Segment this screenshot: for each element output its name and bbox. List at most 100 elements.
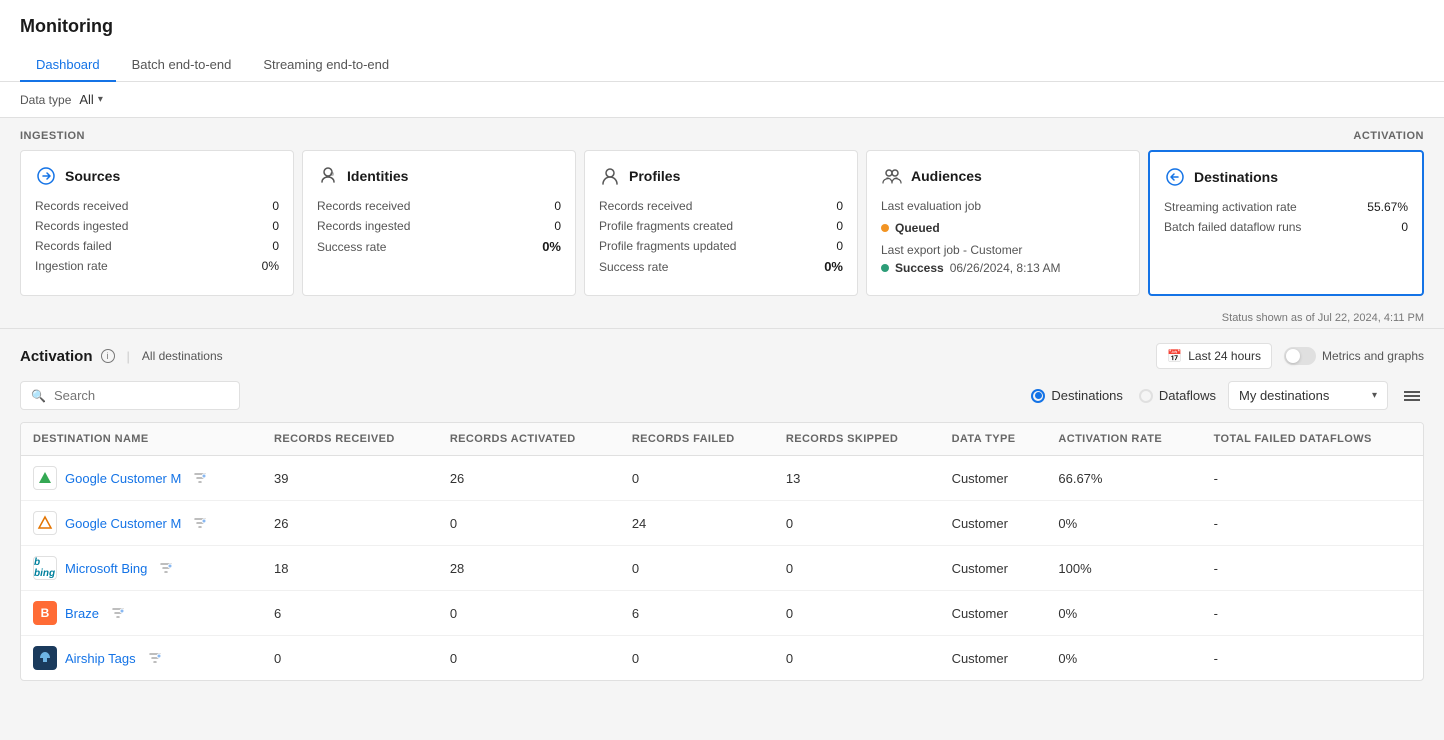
sources-metrics: Records received 0 Records ingested 0 Re… xyxy=(35,199,279,273)
radio-destinations-inner xyxy=(1035,392,1042,399)
ingestion-label: INGESTION xyxy=(20,130,85,142)
radio-dataflows-outer xyxy=(1139,389,1153,403)
sources-icon xyxy=(35,165,57,187)
destinations-title: Destinations xyxy=(1194,169,1278,185)
th-records-failed: RECORDS FAILED xyxy=(620,423,774,456)
td-activation-rate: 0% xyxy=(1046,501,1201,546)
destinations-card-header: Destinations xyxy=(1164,166,1408,188)
td-destination-name: Airship Tags xyxy=(21,636,262,681)
td-activation-rate: 100% xyxy=(1046,546,1201,591)
identities-card-header: Identities xyxy=(317,165,561,187)
dest-name[interactable]: Airship Tags xyxy=(65,651,136,666)
filter-right: Destinations Dataflows My destinations ▾ xyxy=(1031,381,1424,410)
table-row: Airship Tags 0 0 0 0 Customer 0% - xyxy=(21,636,1423,681)
columns-icon[interactable] xyxy=(1400,387,1424,405)
table-row: B Braze 6 0 6 0 Customer 0% - xyxy=(21,591,1423,636)
toggle-knob xyxy=(1286,349,1300,363)
table-row: Google Customer M 39 26 0 13 Customer 66… xyxy=(21,456,1423,501)
data-type-select[interactable]: All ▾ xyxy=(79,92,102,107)
metrics-toggle-label: Metrics and graphs xyxy=(1322,349,1424,363)
activation-controls: 📅 Last 24 hours Metrics and graphs xyxy=(1156,343,1424,369)
activation-section: Activation i | All destinations 📅 Last 2… xyxy=(0,329,1444,695)
dest-cell: Google Customer M xyxy=(33,466,250,490)
sources-ingestion-rate-value: 0% xyxy=(262,259,279,273)
tabs-nav: Dashboard Batch end-to-end Streaming end… xyxy=(20,49,1424,81)
sources-records-received-value: 0 xyxy=(272,199,279,213)
td-records-activated: 0 xyxy=(438,636,620,681)
chevron-down-icon: ▾ xyxy=(98,94,103,105)
identities-records-ingested: Records ingested 0 xyxy=(317,219,561,233)
profiles-records-received-value: 0 xyxy=(836,199,843,213)
activation-title-row: Activation i | All destinations xyxy=(20,348,223,365)
dest-cell: Airship Tags xyxy=(33,646,250,670)
page: Monitoring Dashboard Batch end-to-end St… xyxy=(0,0,1444,740)
info-icon[interactable]: i xyxy=(101,349,115,363)
td-destination-name: Google Customer M xyxy=(21,501,262,546)
identities-title: Identities xyxy=(347,168,408,184)
sources-card-header: Sources xyxy=(35,165,279,187)
sources-records-received: Records received 0 xyxy=(35,199,279,213)
audiences-title: Audiences xyxy=(911,168,982,184)
td-records-skipped: 0 xyxy=(774,636,940,681)
table-row: Google Customer M 26 0 24 0 Customer 0% … xyxy=(21,501,1423,546)
search-icon: 🔍 xyxy=(31,389,46,403)
tab-dashboard[interactable]: Dashboard xyxy=(20,49,116,82)
toggle-switch[interactable] xyxy=(1284,347,1316,365)
table-head: DESTINATION NAME RECORDS RECEIVED RECORD… xyxy=(21,423,1423,456)
status-bar: Status shown as of Jul 22, 2024, 4:11 PM xyxy=(0,308,1444,329)
identities-icon xyxy=(317,165,339,187)
profiles-fragments-updated-label: Profile fragments updated xyxy=(599,239,736,253)
search-box[interactable]: 🔍 xyxy=(20,381,240,410)
radio-dataflows[interactable]: Dataflows xyxy=(1139,388,1216,403)
destinations-table: DESTINATION NAME RECORDS RECEIVED RECORD… xyxy=(21,423,1423,680)
profiles-fragments-created-value: 0 xyxy=(836,219,843,233)
td-total-failed-dataflows: - xyxy=(1202,636,1423,681)
th-records-activated: RECORDS ACTIVATED xyxy=(438,423,620,456)
all-destinations-label: All destinations xyxy=(142,349,223,363)
profiles-fragments-created-label: Profile fragments created xyxy=(599,219,733,233)
profiles-records-received-label: Records received xyxy=(599,199,692,213)
profiles-metrics: Records received 0 Profile fragments cre… xyxy=(599,199,843,274)
dest-filter-icons xyxy=(189,516,207,530)
profiles-fragments-updated-value: 0 xyxy=(836,239,843,253)
toolbar: Data type All ▾ xyxy=(0,82,1444,118)
col-bar-1 xyxy=(1404,391,1420,393)
th-destination-name: DESTINATION NAME xyxy=(21,423,262,456)
destinations-icon xyxy=(1164,166,1186,188)
td-data-type: Customer xyxy=(940,636,1047,681)
destinations-batch-failed: Batch failed dataflow runs 0 xyxy=(1164,220,1408,234)
td-records-activated: 26 xyxy=(438,456,620,501)
dest-name[interactable]: Braze xyxy=(65,606,99,621)
td-activation-rate: 0% xyxy=(1046,636,1201,681)
destinations-dropdown[interactable]: My destinations ▾ xyxy=(1228,381,1388,410)
metrics-toggle[interactable]: Metrics and graphs xyxy=(1284,347,1424,365)
td-records-failed: 0 xyxy=(620,636,774,681)
destinations-batch-failed-label: Batch failed dataflow runs xyxy=(1164,220,1301,234)
col-bar-2 xyxy=(1404,395,1420,397)
time-range-selector[interactable]: 📅 Last 24 hours xyxy=(1156,343,1272,369)
activation-header: Activation i | All destinations 📅 Last 2… xyxy=(20,343,1424,369)
destinations-table-container: DESTINATION NAME RECORDS RECEIVED RECORD… xyxy=(20,422,1424,681)
audiences-metrics: Last evaluation job Queued Last export j… xyxy=(881,199,1125,275)
success-dot xyxy=(881,264,889,272)
sources-card: Sources Records received 0 Records inges… xyxy=(20,150,294,296)
search-input[interactable] xyxy=(54,388,229,403)
tab-batch[interactable]: Batch end-to-end xyxy=(116,49,248,82)
th-activation-rate: ACTIVATION RATE xyxy=(1046,423,1201,456)
cards-section: INGESTION ACTIVATION Sources Re xyxy=(0,118,1444,308)
profiles-fragments-updated: Profile fragments updated 0 xyxy=(599,239,843,253)
sources-records-failed-value: 0 xyxy=(272,239,279,253)
calendar-icon: 📅 xyxy=(1167,349,1182,363)
td-total-failed-dataflows: - xyxy=(1202,501,1423,546)
table-body: Google Customer M 39 26 0 13 Customer 66… xyxy=(21,456,1423,681)
dest-cell: B Braze xyxy=(33,601,250,625)
dest-logo xyxy=(33,511,57,535)
dest-name[interactable]: Microsoft Bing xyxy=(65,561,147,576)
radio-destinations[interactable]: Destinations xyxy=(1031,388,1123,403)
tab-streaming[interactable]: Streaming end-to-end xyxy=(247,49,405,82)
dest-name[interactable]: Google Customer M xyxy=(65,471,181,486)
td-activation-rate: 66.67% xyxy=(1046,456,1201,501)
td-records-skipped: 13 xyxy=(774,456,940,501)
identities-success-rate-label: Success rate xyxy=(317,240,386,254)
dest-name[interactable]: Google Customer M xyxy=(65,516,181,531)
